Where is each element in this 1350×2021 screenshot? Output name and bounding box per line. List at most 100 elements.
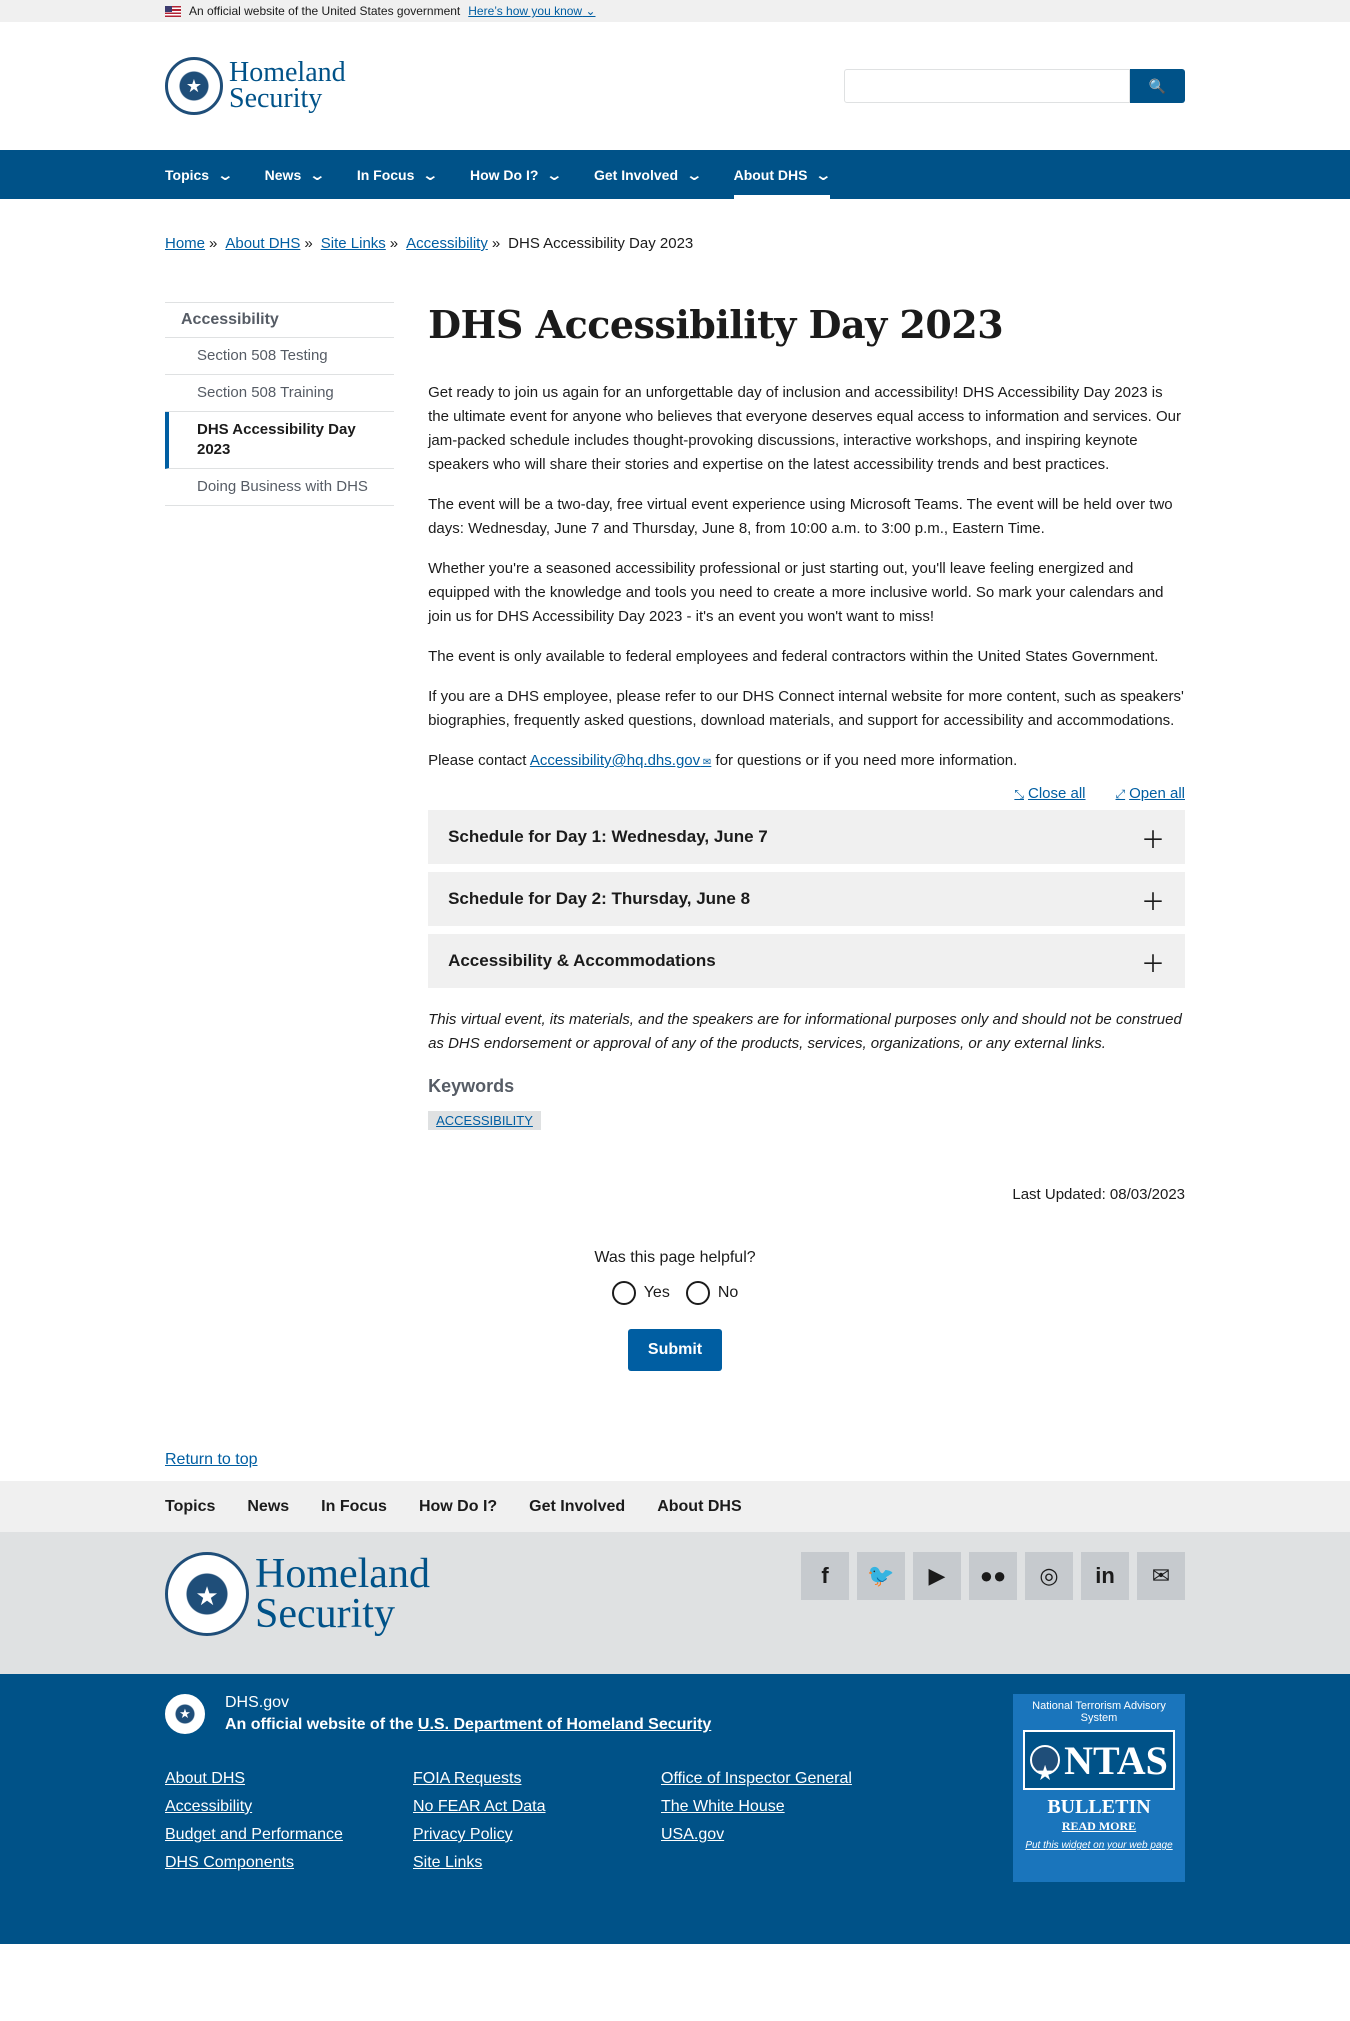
footer-nav-how-do-i[interactable]: How Do I?: [419, 1498, 497, 1516]
keyword-tag[interactable]: ACCESSIBILITY: [428, 1111, 541, 1130]
breadcrumb-site-links[interactable]: Site Links: [321, 235, 386, 252]
submit-button[interactable]: Submit: [627, 1329, 723, 1371]
footer-nav-news[interactable]: News: [247, 1498, 289, 1516]
feedback-no-radio[interactable]: No: [685, 1281, 738, 1305]
open-all-button[interactable]: ⤢ Open all: [1116, 785, 1185, 802]
chevron-down-icon: ⌄: [545, 166, 564, 184]
sidenav-item-doing-business[interactable]: Doing Business with DHS: [165, 469, 395, 506]
footer-nav: Topics News In Focus How Do I? Get Invol…: [0, 1481, 1350, 1532]
footer-link-privacy[interactable]: Privacy Policy: [413, 1826, 661, 1844]
footer-nav-about-dhs[interactable]: About DHS: [657, 1498, 741, 1516]
dhs-department-link[interactable]: U.S. Department of Homeland Security: [418, 1716, 711, 1733]
ntas-logo: NTAS: [1023, 1730, 1175, 1790]
social-links: f 🐦 ▶ ●● ◎ in ✉: [801, 1552, 1185, 1600]
nav-news[interactable]: News ⌄: [265, 150, 327, 199]
footer-link-usa-gov[interactable]: USA.gov: [661, 1826, 909, 1844]
footer-link-foia[interactable]: FOIA Requests: [413, 1770, 661, 1788]
linkedin-icon[interactable]: in: [1081, 1552, 1129, 1600]
breadcrumb: Home» About DHS» Site Links» Accessibili…: [165, 235, 694, 252]
search-input[interactable]: [844, 69, 1130, 103]
footer-link-oig[interactable]: Office of Inspector General: [661, 1770, 909, 1788]
nav-how-do-i[interactable]: How Do I? ⌄: [470, 150, 564, 199]
nav-topics[interactable]: Topics ⌄: [165, 150, 235, 199]
accordion-day-2[interactable]: Schedule for Day 2: Thursday, June 8 ＋: [428, 872, 1185, 926]
identifier-domain: DHS.gov: [225, 1694, 290, 1711]
gov-banner-text: An official website of the United States…: [189, 4, 461, 18]
contact-email-link[interactable]: Accessibility@hq.dhs.gov ✉: [530, 752, 711, 769]
breadcrumb-accessibility[interactable]: Accessibility: [406, 235, 488, 252]
paragraph-encouragement: Whether you're a seasoned accessibility …: [428, 560, 1164, 625]
ntas-widget[interactable]: National Terrorism Advisory System NTAS …: [1013, 1694, 1185, 1882]
external-link-icon: ✉: [700, 757, 712, 768]
facebook-icon[interactable]: f: [801, 1552, 849, 1600]
disclaimer: This virtual event, its materials, and t…: [428, 1011, 1182, 1052]
paragraph-event-details: The event will be a two-day, free virtua…: [428, 496, 1173, 537]
dhs-logo[interactable]: Homeland Security: [165, 57, 346, 115]
twitter-icon[interactable]: 🐦: [857, 1552, 905, 1600]
footer-identifier: DHS.gov An official website of the U.S. …: [0, 1674, 1350, 1944]
dhs-seal-icon: [165, 1552, 249, 1636]
chevron-down-icon: ⌄: [814, 166, 833, 184]
feedback-question: Was this page helpful?: [594, 1249, 756, 1266]
sidenav-item-accessibility-day[interactable]: DHS Accessibility Day 2023: [165, 412, 395, 469]
footer-link-components[interactable]: DHS Components: [165, 1854, 413, 1872]
ntas-title: National Terrorism Advisory System: [1032, 1700, 1166, 1724]
main-content: DHS Accessibility Day 2023 Get ready to …: [428, 302, 1185, 1203]
us-flag-icon: [165, 5, 181, 17]
footer-link-about-dhs[interactable]: About DHS: [165, 1770, 413, 1788]
feedback-yes-radio[interactable]: Yes: [611, 1281, 670, 1305]
chevron-down-icon: ⌄: [216, 166, 235, 184]
footer-nav-topics[interactable]: Topics: [165, 1498, 215, 1516]
footer-nav-get-involved[interactable]: Get Involved: [529, 1498, 625, 1516]
side-nav: Accessibility Section 508 Testing Sectio…: [165, 302, 395, 1203]
sidenav-item-section-508-testing[interactable]: Section 508 Testing: [165, 338, 395, 375]
email-icon[interactable]: ✉: [1137, 1552, 1185, 1600]
footer-link-no-fear[interactable]: No FEAR Act Data: [413, 1798, 661, 1816]
youtube-icon[interactable]: ▶: [913, 1552, 961, 1600]
breadcrumb-current: DHS Accessibility Day 2023: [508, 235, 694, 252]
plus-icon: ＋: [1141, 950, 1165, 978]
nav-get-involved[interactable]: Get Involved ⌄: [594, 150, 703, 199]
instagram-icon[interactable]: ◎: [1025, 1552, 1073, 1600]
footer-logo-text-security: Security: [255, 1591, 395, 1637]
sidenav-item-section-508-training[interactable]: Section 508 Training: [165, 375, 395, 412]
search-button[interactable]: 🔍: [1130, 69, 1185, 103]
footer-link-budget[interactable]: Budget and Performance: [165, 1826, 413, 1844]
identifier-official: An official website of the U.S. Departme…: [225, 1716, 712, 1733]
chevron-down-icon: ⌄: [308, 166, 327, 184]
accordion-controls: ⤡ Close all ⤢ Open all: [428, 785, 1185, 802]
footer-link-accessibility[interactable]: Accessibility: [165, 1798, 413, 1816]
keywords-heading: Keywords: [428, 1076, 515, 1096]
gov-banner: An official website of the United States…: [0, 0, 1350, 22]
expand-icon: ⤢: [1115, 787, 1126, 801]
radio-circle-icon: [611, 1281, 636, 1305]
last-updated: Last Updated: 08/03/2023: [1012, 1186, 1185, 1203]
footer-link-site-links[interactable]: Site Links: [413, 1854, 661, 1872]
paragraph-eligibility: The event is only available to federal e…: [428, 648, 1159, 665]
search-icon: 🔍: [1148, 77, 1167, 94]
nav-about-dhs[interactable]: About DHS ⌄: [733, 150, 833, 199]
footer-nav-in-focus[interactable]: In Focus: [321, 1498, 387, 1516]
return-to-top-link[interactable]: Return to top: [165, 1451, 258, 1468]
footer-logo-section: Homeland Security f 🐦 ▶ ●● ◎ in ✉: [0, 1532, 1350, 1674]
breadcrumb-about-dhs[interactable]: About DHS: [225, 235, 300, 252]
dhs-seal-icon: [1030, 1745, 1061, 1784]
heres-how-you-know-link[interactable]: Here’s how you know ⌄: [468, 0, 595, 22]
sidenav-heading[interactable]: Accessibility: [165, 302, 395, 338]
breadcrumb-home[interactable]: Home: [165, 235, 205, 252]
ntas-widget-link[interactable]: Put this widget on your web page: [1019, 1840, 1179, 1851]
accordion-day-1[interactable]: Schedule for Day 1: Wednesday, June 7 ＋: [428, 810, 1185, 864]
logo-text-security: Security: [229, 83, 323, 114]
close-all-button[interactable]: ⤡ Close all: [1014, 785, 1085, 802]
nav-in-focus[interactable]: In Focus ⌄: [357, 150, 440, 199]
flickr-icon[interactable]: ●●: [969, 1552, 1017, 1600]
paragraph-dhs-connect: If you are a DHS employee, please refer …: [428, 688, 1184, 729]
feedback-form: Was this page helpful? Yes No Submit: [165, 1249, 1185, 1371]
ntas-bulletin: BULLETIN: [1047, 1796, 1151, 1818]
ntas-read-more[interactable]: READ MORE: [1019, 1819, 1179, 1834]
accordion-accommodations[interactable]: Accessibility & Accommodations ＋: [428, 934, 1185, 988]
footer-dhs-logo[interactable]: Homeland Security: [165, 1552, 430, 1636]
plus-icon: ＋: [1141, 826, 1165, 854]
footer-link-white-house[interactable]: The White House: [661, 1798, 909, 1816]
search-form: 🔍: [844, 69, 1185, 103]
